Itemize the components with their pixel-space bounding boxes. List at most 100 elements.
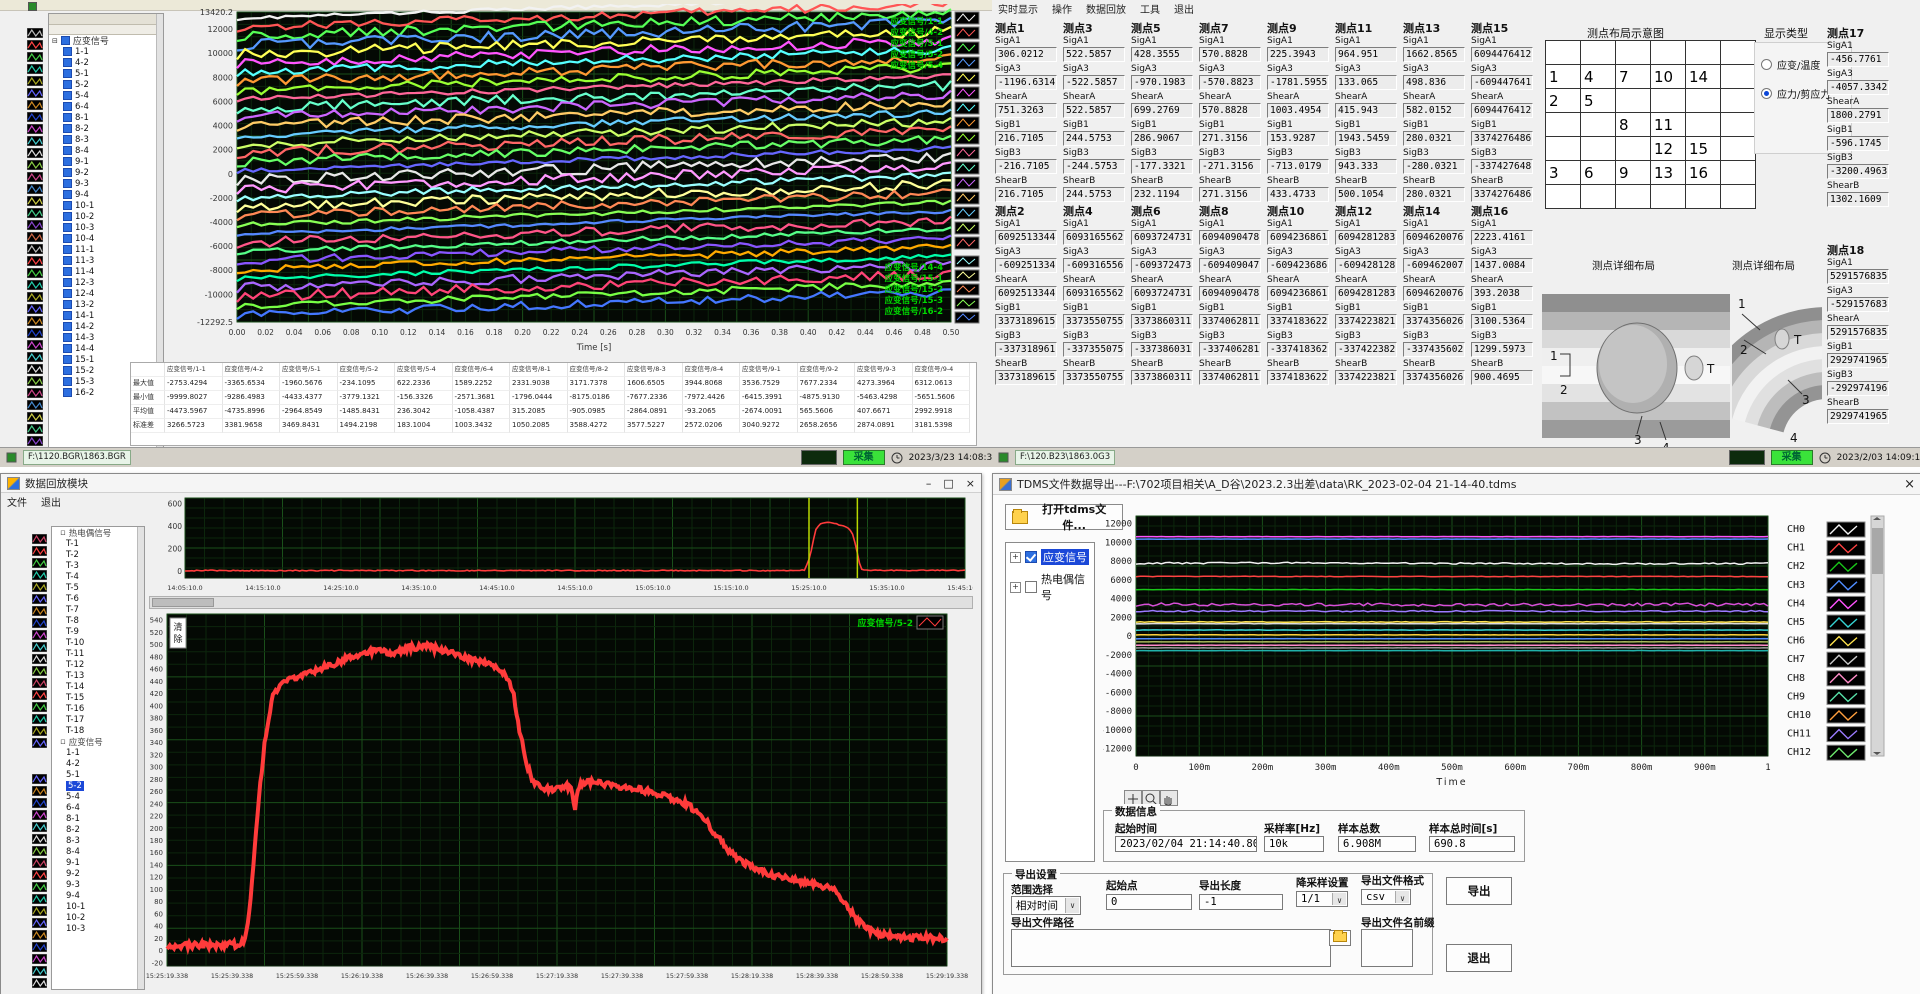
overview-chart[interactable]: 600400200014:05:10.014:15:10.014:25:10.0…	[149, 492, 973, 594]
tree-item[interactable]: 9-3	[49, 178, 163, 189]
br-titlebar[interactable]: TDMS文件数据导出---F:\702项目相关\A_D谷\2023.2.3出差\…	[993, 474, 1920, 495]
tree-item[interactable]: 13-2	[49, 299, 163, 310]
checkbox-icon[interactable]	[63, 80, 72, 89]
range-select-combo[interactable]: 相对时间∨	[1011, 896, 1081, 915]
radio-icon[interactable]	[1761, 59, 1772, 70]
exit-button[interactable]: 退出	[1446, 944, 1512, 972]
checkbox-icon[interactable]	[63, 157, 72, 166]
close-button[interactable]: ×	[966, 477, 975, 490]
menu-item[interactable]: 实时显示	[998, 1, 1038, 16]
checkbox-icon[interactable]	[63, 333, 72, 342]
tree-item[interactable]: 6-4	[49, 101, 163, 112]
menu-item[interactable]: 操作	[1052, 1, 1072, 16]
expander-icon[interactable]: +	[1010, 582, 1021, 593]
tree-item[interactable]: 12-4	[49, 288, 163, 299]
tree-group[interactable]: ▫热电偶信号	[52, 527, 144, 538]
checkbox-icon[interactable]	[63, 179, 72, 188]
minimize-button[interactable]: –	[926, 477, 932, 490]
tree-item[interactable]: 10-4	[49, 233, 163, 244]
replay-chart[interactable]: 5405205004804604404204003803603403203002…	[129, 608, 975, 992]
tree-item[interactable]: T-6	[52, 593, 144, 604]
menu-item[interactable]: 工具	[1140, 1, 1160, 16]
tree-item[interactable]: 11-1	[49, 244, 163, 255]
menu-item[interactable]: 文件	[7, 494, 27, 509]
file-format-combo[interactable]: csv∨	[1361, 889, 1411, 905]
checkbox-icon[interactable]	[63, 278, 72, 287]
strain-multi-line-chart[interactable]: 13420.2120001000080006000400020000-2000-…	[165, 4, 985, 358]
tree-item[interactable]: 9-1	[49, 156, 163, 167]
chevron-down-icon[interactable]: ∨	[1332, 893, 1346, 905]
checkbox-icon[interactable]	[63, 190, 72, 199]
checkbox-icon[interactable]	[63, 245, 72, 254]
acquire-button[interactable]: 采集	[843, 450, 885, 465]
tree-root-strain[interactable]: ⊟应变信号	[49, 35, 163, 46]
checkbox-icon[interactable]	[63, 267, 72, 276]
checkbox-icon[interactable]	[63, 91, 72, 100]
tree-item[interactable]: 10-2	[49, 211, 163, 222]
tree-item[interactable]: T-4	[52, 571, 144, 582]
tree-item[interactable]: 5-2	[49, 79, 163, 90]
checkbox-icon[interactable]	[63, 168, 72, 177]
chevron-down-icon[interactable]: ∨	[1395, 891, 1409, 903]
start-point-input[interactable]: 0	[1106, 894, 1192, 910]
bl-titlebar[interactable]: 数据回放模块 – □ ×	[1, 474, 981, 493]
tree-item[interactable]: 9-4	[49, 189, 163, 200]
checkbox-icon[interactable]	[63, 256, 72, 265]
tdms-group-row[interactable]: +应变信号	[1010, 549, 1090, 565]
checkbox-icon[interactable]	[63, 47, 72, 56]
menu-item[interactable]: 数据回放	[1086, 1, 1126, 16]
tree-item[interactable]: 5-1	[49, 68, 163, 79]
browse-folder-button[interactable]	[1329, 930, 1351, 946]
tree-item[interactable]: 1-1	[49, 46, 163, 57]
tree-item[interactable]: 12-3	[49, 277, 163, 288]
tree-item[interactable]: 14-3	[49, 332, 163, 343]
checkbox-icon[interactable]	[63, 102, 72, 111]
checkbox-icon[interactable]	[63, 388, 72, 397]
tree-item[interactable]: T-5	[52, 582, 144, 593]
chevron-down-icon[interactable]: ∨	[1065, 898, 1079, 913]
tree-item[interactable]: 4-2	[49, 57, 163, 68]
maximize-button[interactable]: □	[943, 477, 953, 490]
checkbox-icon[interactable]	[63, 146, 72, 155]
tree-item[interactable]: 14-2	[49, 321, 163, 332]
tree-item[interactable]: T-3	[52, 560, 144, 571]
tree-item[interactable]: 8-1	[49, 112, 163, 123]
menu-item[interactable]: 退出	[41, 494, 61, 509]
radio-icon[interactable]	[1761, 88, 1772, 99]
checkbox-icon[interactable]	[1025, 551, 1037, 563]
expander-icon[interactable]: +	[1010, 552, 1021, 563]
checkbox-icon[interactable]	[63, 223, 72, 232]
menu-item[interactable]: 退出	[1174, 1, 1194, 16]
tree-item[interactable]: 11-4	[49, 266, 163, 277]
export-path-input[interactable]	[1011, 929, 1331, 967]
tree-item[interactable]: 5-4	[49, 90, 163, 101]
checkbox-icon[interactable]	[63, 300, 72, 309]
checkbox-icon[interactable]	[63, 322, 72, 331]
acquire-button[interactable]: 采集	[1771, 450, 1813, 465]
checkbox-icon[interactable]	[63, 58, 72, 67]
tree-item[interactable]: 14-1	[49, 310, 163, 321]
checkbox-icon[interactable]	[63, 289, 72, 298]
tree-item[interactable]: 10-1	[49, 200, 163, 211]
tree-item[interactable]: 14-4	[49, 343, 163, 354]
tree-item[interactable]: T-1	[52, 538, 144, 549]
close-icon[interactable]: ×	[1904, 477, 1915, 492]
checkbox-icon[interactable]	[63, 69, 72, 78]
tree-item[interactable]: 9-2	[49, 167, 163, 178]
checkbox-icon[interactable]	[63, 135, 72, 144]
export-length-input[interactable]: -1	[1199, 894, 1283, 910]
checkbox-icon[interactable]	[63, 212, 72, 221]
checkbox-icon[interactable]	[63, 344, 72, 353]
checkbox-icon[interactable]	[63, 355, 72, 364]
checkbox-icon[interactable]	[63, 113, 72, 122]
tdms-group-row[interactable]: +热电偶信号	[1010, 571, 1090, 603]
tdms-group-tree[interactable]: +应变信号 +热电偶信号	[1005, 542, 1095, 862]
file-prefix-input[interactable]	[1361, 929, 1413, 967]
checkbox-icon[interactable]	[61, 36, 70, 45]
tdms-preview-chart[interactable]: 120001000080006000400020000-2000-4000-60…	[1103, 504, 1915, 800]
tree-item[interactable]: 8-3	[49, 134, 163, 145]
checkbox-icon[interactable]	[63, 124, 72, 133]
checkbox-icon[interactable]	[63, 377, 72, 386]
tree-item[interactable]: T-2	[52, 549, 144, 560]
tree-item[interactable]: 11-3	[49, 255, 163, 266]
